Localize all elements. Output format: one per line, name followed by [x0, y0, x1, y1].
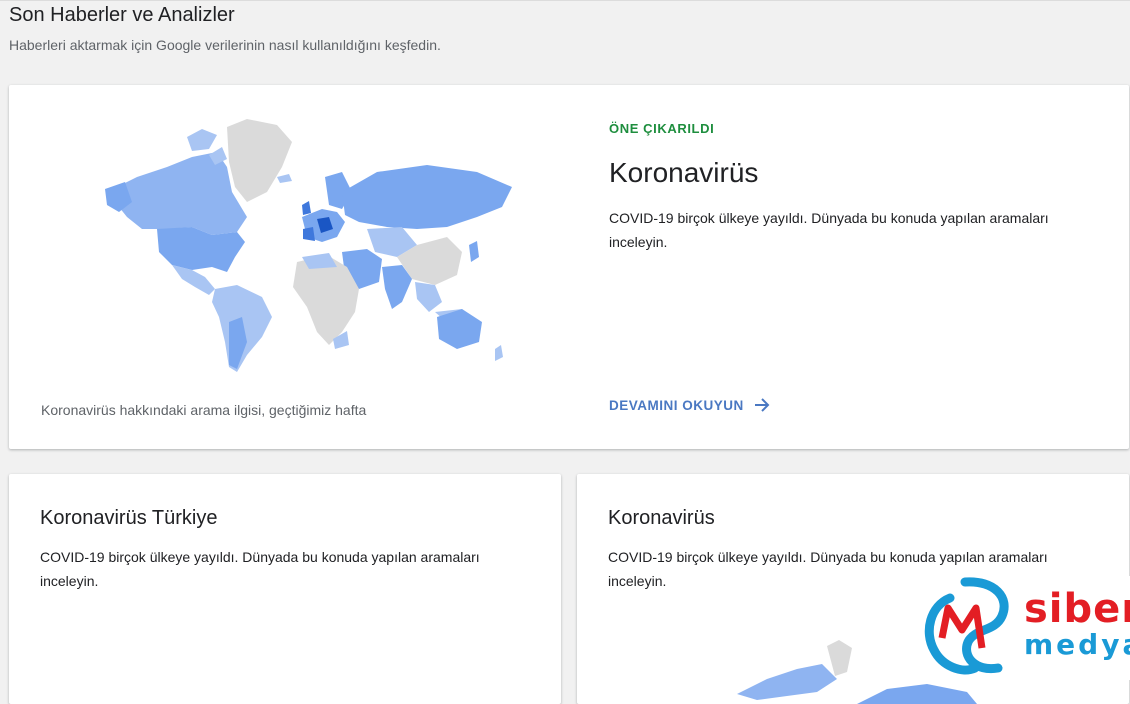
read-more-link[interactable]: DEVAMINI OKUYUN [609, 395, 772, 415]
read-more-label: DEVAMINI OKUYUN [609, 397, 744, 413]
card-title: Koronavirüs [608, 507, 715, 529]
logo-mark-icon [924, 577, 1009, 675]
card-title: Koronavirüs Türkiye [40, 507, 218, 529]
logo-text-siber: siber [1024, 586, 1130, 632]
top-divider [0, 0, 1130, 1]
story-card-turkiye[interactable]: Koronavirüs Türkiye COVID-19 birçok ülke… [9, 474, 561, 704]
featured-label: ÖNE ÇIKARILDI [609, 121, 715, 136]
section-title: Son Haberler ve Analizler [9, 4, 235, 26]
arrow-right-icon [754, 398, 770, 412]
featured-description: COVID-19 birçok ülkeye yayıldı. Dünyada … [609, 210, 1049, 250]
map-caption: Koronavirüs hakkındaki arama ilgisi, geç… [41, 402, 367, 418]
featured-title[interactable]: Koronavirüs [609, 157, 758, 189]
featured-card[interactable]: Koronavirüs hakkındaki arama ilgisi, geç… [9, 85, 1129, 449]
section-subtitle: Haberleri aktarmak için Google verilerin… [9, 37, 441, 53]
world-map-icon[interactable] [97, 117, 517, 377]
logo-text-medya: medya [1024, 628, 1130, 661]
siber-medya-logo: siber medya [920, 576, 1130, 680]
card-description: COVID-19 birçok ülkeye yayıldı. Dünyada … [40, 549, 480, 589]
